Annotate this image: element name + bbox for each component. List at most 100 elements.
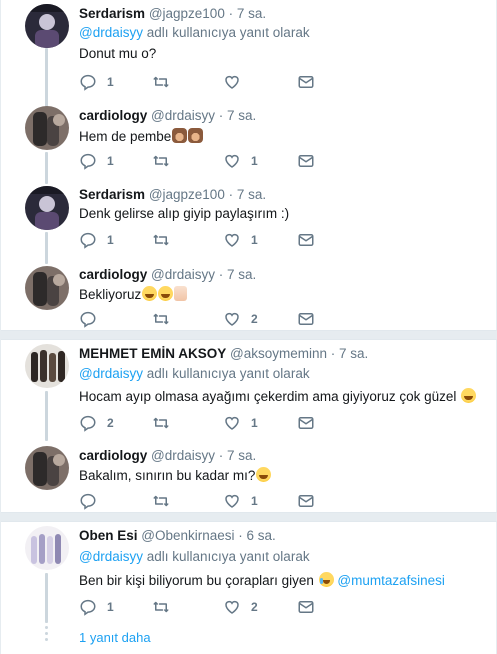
display-name[interactable]: cardiology — [79, 448, 147, 463]
username[interactable]: @drdaisyy — [151, 448, 215, 463]
direct-message-button[interactable] — [297, 230, 315, 250]
replying-mention[interactable]: @drdaisyy — [79, 549, 143, 564]
replying-mention[interactable]: @drdaisyy — [79, 25, 143, 40]
grinning-face-icon — [461, 388, 477, 403]
retweet-button[interactable] — [151, 413, 181, 433]
tweet-text: Donut mu o? — [79, 46, 157, 61]
see-no-evil-monkey-icon — [188, 128, 204, 143]
reply-button[interactable]: 1 — [79, 230, 114, 250]
timestamp[interactable]: · 7 sa. — [219, 267, 257, 282]
direct-message-button[interactable] — [297, 491, 315, 511]
like-button[interactable]: 1 — [223, 413, 258, 433]
thumbs-up-icon — [174, 286, 188, 301]
display-name[interactable]: Serdarism — [79, 187, 145, 202]
reply-button[interactable]: 1 — [79, 151, 114, 171]
grinning-face-icon — [256, 467, 272, 482]
reply-button[interactable] — [79, 309, 107, 329]
avatar[interactable] — [25, 344, 69, 388]
envelope-icon — [297, 73, 315, 91]
direct-message-button[interactable] — [297, 413, 315, 433]
timestamp[interactable]: · 7 sa. — [219, 108, 257, 123]
display-name[interactable]: MEHMET EMİN AKSOY — [79, 346, 226, 361]
like-button[interactable]: 1 — [223, 230, 258, 250]
thread-line — [45, 152, 48, 184]
avatar[interactable] — [25, 266, 69, 310]
tweet-text: Denk gelirse alıp giyip paylaşırım :) — [79, 206, 290, 221]
direct-message-button[interactable] — [297, 72, 315, 92]
reply-button[interactable] — [79, 491, 107, 511]
reply-icon — [79, 598, 97, 616]
direct-message-button[interactable] — [297, 151, 315, 171]
display-name[interactable]: Oben Esi — [79, 528, 138, 543]
heart-icon — [223, 492, 241, 510]
heart-icon — [223, 152, 241, 170]
retweet-icon — [151, 414, 171, 432]
tweet-text-body: Hocam ayıp olmasa ayağımı çekerdim ama g… — [79, 389, 457, 404]
like-count: 1 — [251, 416, 258, 430]
thread-line — [45, 48, 48, 112]
reply-icon — [79, 231, 97, 249]
like-button[interactable] — [223, 72, 251, 92]
retweet-button[interactable] — [151, 151, 181, 171]
reply-icon — [79, 73, 97, 91]
username[interactable]: @aksoymeminn — [230, 346, 327, 361]
like-button[interactable]: 2 — [223, 309, 258, 329]
retweet-icon — [151, 310, 171, 328]
timestamp[interactable]: · 7 sa. — [229, 6, 267, 21]
heart-icon — [223, 73, 241, 91]
tweet-text: Hem de pembe — [79, 128, 204, 144]
username[interactable]: @drdaisyy — [151, 267, 215, 282]
like-button[interactable]: 2 — [223, 597, 258, 617]
reply-icon — [79, 414, 97, 432]
avatar[interactable] — [25, 526, 69, 570]
retweet-icon — [151, 598, 171, 616]
retweet-button[interactable] — [151, 230, 181, 250]
tweet-text-body: Bekliyoruz — [79, 287, 142, 302]
conversation-thread: Serdarism @jagpze100 · 7 sa. @drdaisyy a… — [0, 0, 497, 654]
replying-mention[interactable]: @drdaisyy — [79, 366, 143, 381]
tweet-actions: 1 2 — [79, 597, 319, 617]
like-button[interactable]: 1 — [223, 491, 258, 511]
avatar[interactable] — [25, 186, 69, 230]
mention-link[interactable]: @mumtazafsinesi — [337, 573, 445, 588]
username[interactable]: @jagpze100 — [149, 187, 225, 202]
thread-line — [45, 391, 48, 441]
direct-message-button[interactable] — [297, 309, 315, 329]
retweet-icon — [151, 492, 171, 510]
tweet-header: cardiology @drdaisyy · 7 sa. — [79, 448, 256, 463]
retweet-button[interactable] — [151, 309, 181, 329]
timestamp[interactable]: · 7 sa. — [331, 346, 369, 361]
username[interactable]: @jagpze100 — [149, 6, 225, 21]
timestamp[interactable]: · 7 sa. — [229, 187, 267, 202]
avatar[interactable] — [25, 446, 69, 490]
display-name[interactable]: cardiology — [79, 108, 147, 123]
reply-icon — [79, 310, 97, 328]
retweet-button[interactable] — [151, 597, 181, 617]
reply-count: 1 — [107, 75, 114, 89]
reply-button[interactable]: 1 — [79, 597, 114, 617]
tweet-actions: 2 1 — [79, 413, 319, 433]
show-more-replies-link[interactable]: 1 yanıt daha — [79, 630, 151, 645]
display-name[interactable]: cardiology — [79, 267, 147, 282]
tweet-header: cardiology @drdaisyy · 7 sa. — [79, 267, 256, 282]
username[interactable]: @Obenkirnaesi — [141, 528, 234, 543]
tweet-text: Hocam ayıp olmasa ayağımı çekerdim ama g… — [79, 388, 477, 404]
avatar[interactable] — [25, 106, 69, 150]
username[interactable]: @drdaisyy — [151, 108, 215, 123]
retweet-button[interactable] — [151, 72, 181, 92]
timestamp[interactable]: · 6 sa. — [238, 528, 276, 543]
display-name[interactable]: Serdarism — [79, 6, 145, 21]
grinning-face-icon — [158, 286, 174, 301]
tears-of-joy-icon — [318, 572, 334, 587]
reply-button[interactable]: 2 — [79, 413, 114, 433]
avatar[interactable] — [25, 4, 69, 48]
timestamp[interactable]: · 7 sa. — [219, 448, 257, 463]
replying-suffix: adlı kullanıcıya yanıt olarak — [142, 25, 310, 40]
grinning-face-icon — [142, 286, 158, 301]
reply-icon — [79, 152, 97, 170]
like-button[interactable]: 1 — [223, 151, 258, 171]
retweet-button[interactable] — [151, 491, 181, 511]
tweet-header: MEHMET EMİN AKSOY @aksoymeminn · 7 sa. — [79, 346, 368, 361]
reply-button[interactable]: 1 — [79, 72, 114, 92]
direct-message-button[interactable] — [297, 597, 315, 617]
